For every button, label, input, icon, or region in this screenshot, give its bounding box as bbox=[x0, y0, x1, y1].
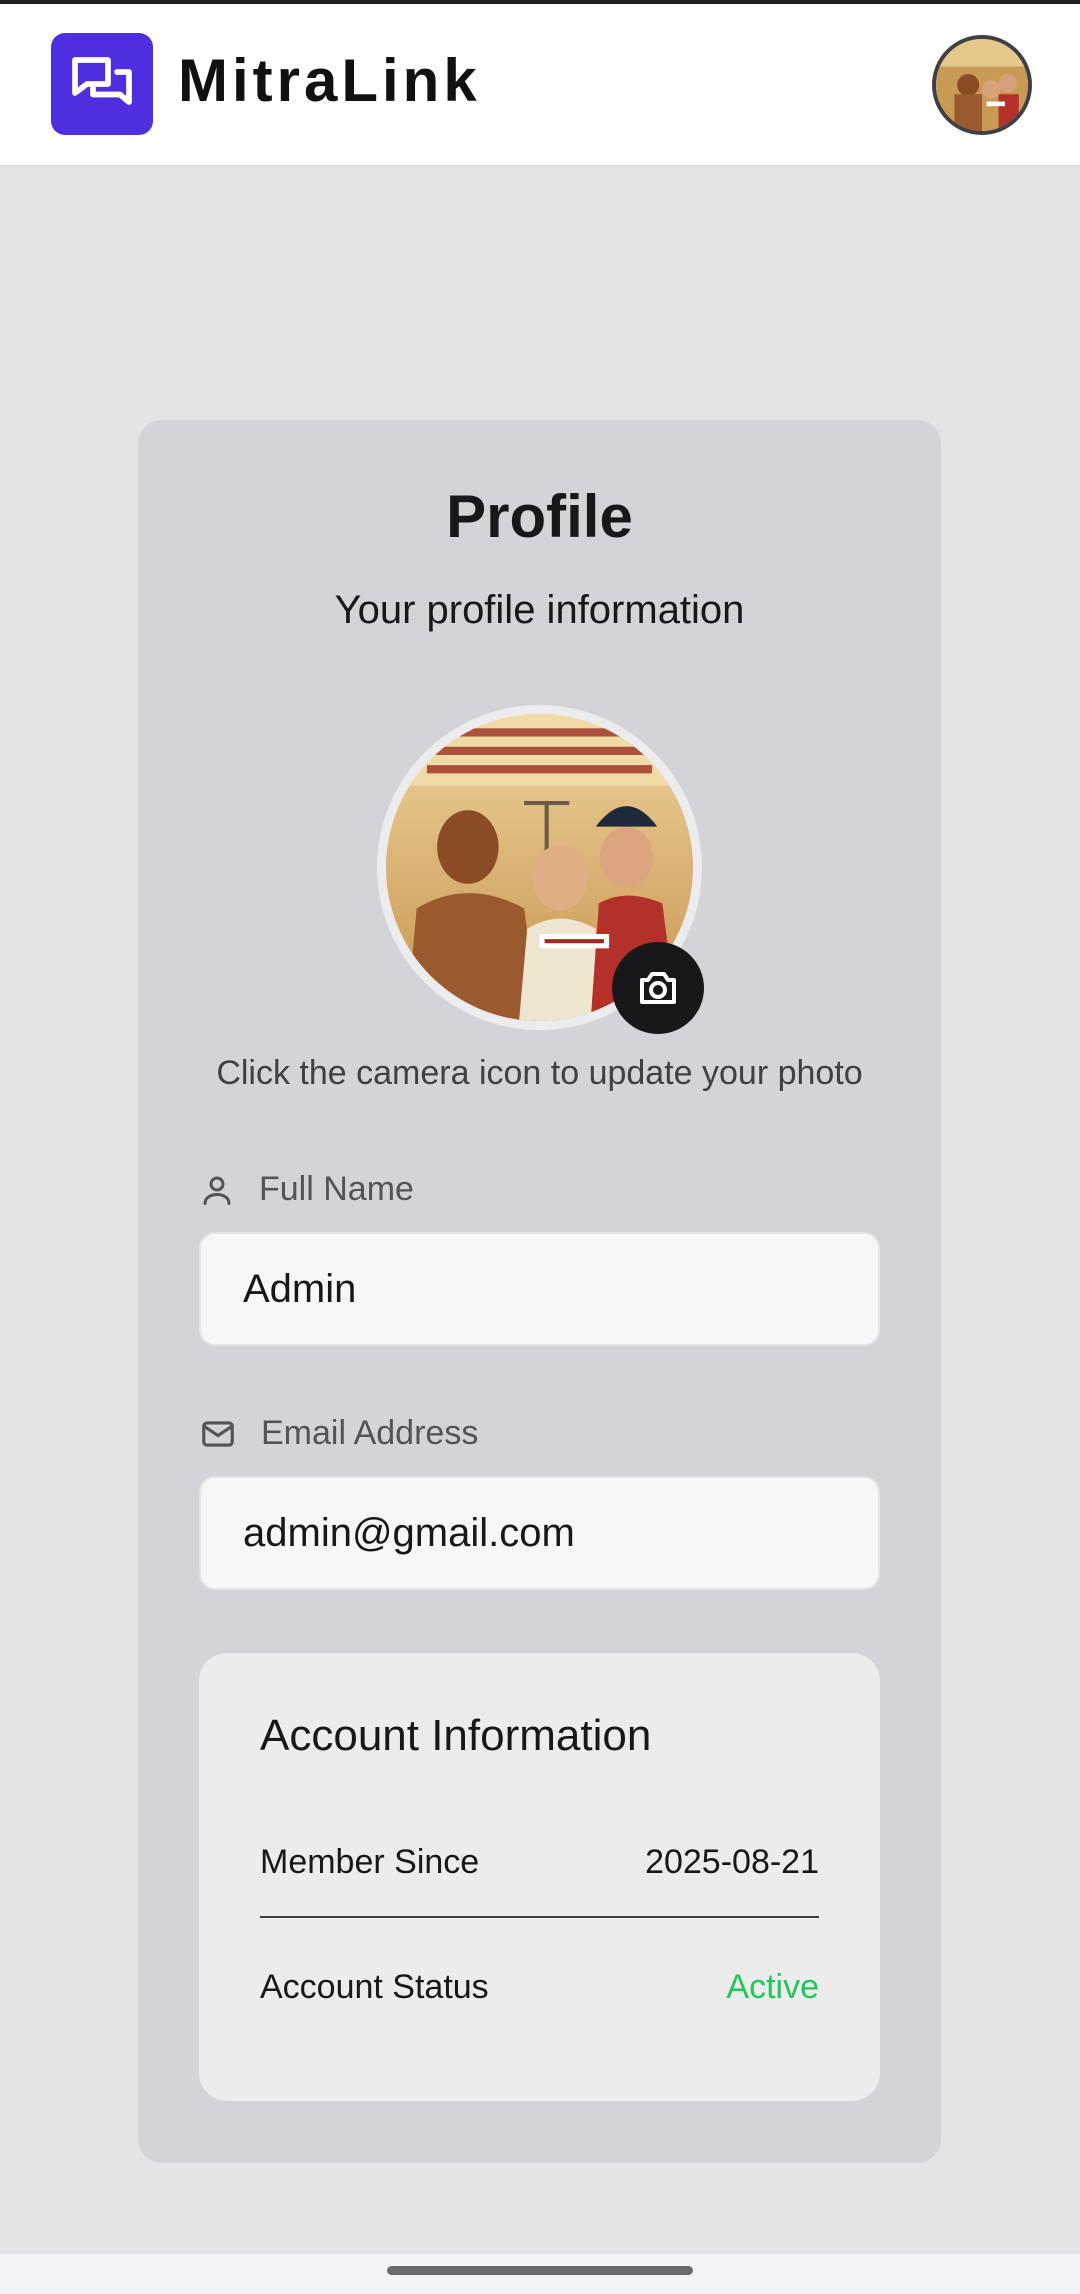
full-name-value: Admin bbox=[243, 1266, 357, 1311]
account-status-value: Active bbox=[726, 1968, 819, 2006]
account-info-title: Account Information bbox=[260, 1711, 652, 1760]
email-label-text: Email Address bbox=[261, 1414, 479, 1452]
change-photo-button[interactable] bbox=[612, 942, 704, 1034]
user-avatar[interactable] bbox=[932, 35, 1032, 135]
app-logo[interactable] bbox=[51, 33, 153, 135]
full-name-field[interactable]: Admin bbox=[199, 1232, 880, 1346]
email-value: admin@gmail.com bbox=[243, 1510, 575, 1555]
page-subtitle: Your profile information bbox=[334, 588, 745, 632]
account-status-label: Account Status bbox=[260, 1968, 489, 2006]
user-icon bbox=[203, 1176, 231, 1205]
mail-icon bbox=[202, 1420, 234, 1447]
home-indicator[interactable] bbox=[387, 2266, 693, 2275]
divider bbox=[260, 1916, 819, 1918]
member-since-label: Member Since bbox=[260, 1843, 480, 1881]
avatar-photo bbox=[936, 39, 1028, 131]
app-name: MitraLink bbox=[178, 47, 481, 114]
full-name-label-text: Full Name bbox=[259, 1170, 414, 1208]
photo-hint: Click the camera icon to update your pho… bbox=[216, 1054, 863, 1092]
page-title: Profile bbox=[446, 483, 633, 550]
full-name-label: Full Name bbox=[199, 1170, 414, 1209]
member-since-value: 2025-08-21 bbox=[645, 1843, 819, 1881]
account-info-section: Account Information Member Since 2025-08… bbox=[199, 1653, 880, 2101]
camera-icon bbox=[640, 972, 676, 1004]
chat-bubbles-icon bbox=[72, 57, 132, 105]
profile-card: Profile Your profile information Click t… bbox=[138, 420, 941, 2163]
email-field[interactable]: admin@gmail.com bbox=[199, 1476, 880, 1590]
app-bar: MitraLink bbox=[0, 4, 1080, 166]
email-label: Email Address bbox=[199, 1414, 478, 1453]
